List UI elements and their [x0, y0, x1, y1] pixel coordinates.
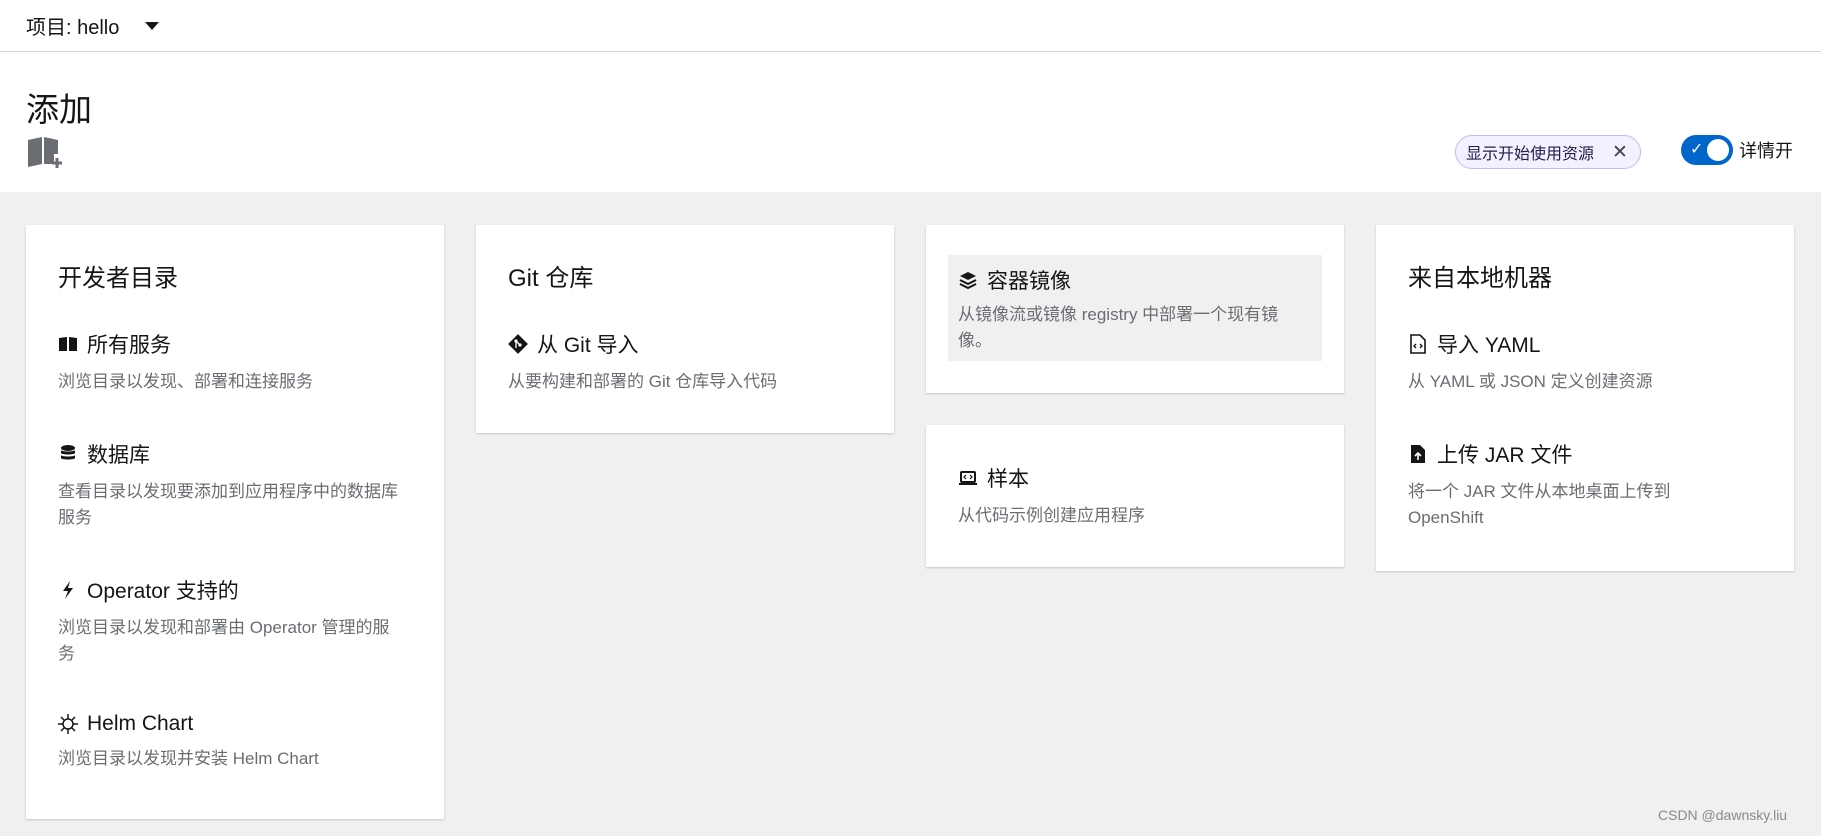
- item-title: Helm Chart: [87, 712, 194, 735]
- item-title: 样本: [987, 468, 1029, 491]
- container-image-item[interactable]: 容器镜像 从镜像流或镜像 registry 中部署一个现有镜像。: [948, 255, 1322, 361]
- toggle-knob: [1707, 139, 1729, 161]
- card-title: 来自本地机器: [1408, 265, 1552, 292]
- bolt-icon: [58, 580, 78, 600]
- samples-item[interactable]: 样本 从代码示例创建应用程序: [958, 463, 1318, 529]
- samples-card: 样本 从代码示例创建应用程序: [926, 425, 1344, 567]
- catalog-item-helm-chart[interactable]: Helm Chart 浏览目录以发现并安装 Helm Chart: [58, 712, 398, 772]
- item-description: 浏览目录以发现、部署和连接服务: [58, 372, 313, 391]
- details-toggle-label: 详情开: [1739, 141, 1793, 161]
- laptop-code-icon: [958, 468, 978, 488]
- import-yaml-item[interactable]: 导入 YAML 从 YAML 或 JSON 定义创建资源: [1408, 329, 1768, 395]
- item-description: 从 YAML 或 JSON 定义创建资源: [1408, 372, 1653, 391]
- file-upload-icon: [1408, 444, 1428, 464]
- card-title: Git 仓库: [508, 265, 594, 292]
- item-title: 数据库: [87, 444, 150, 467]
- item-description: 将一个 JAR 文件从本地桌面上传到 OpenShift: [1408, 482, 1671, 527]
- details-toggle-group: ✓ 详情开: [1681, 135, 1793, 165]
- item-title: 容器镜像: [987, 270, 1071, 293]
- item-title: Operator 支持的: [87, 580, 239, 603]
- catalog-item-operator-backed[interactable]: Operator 支持的 浏览目录以发现和部署由 Operator 管理的服务: [58, 575, 398, 667]
- item-description: 浏览目录以发现并安装 Helm Chart: [58, 749, 319, 768]
- file-code-icon: [1408, 334, 1428, 354]
- catalog-item-database[interactable]: 数据库 查看目录以发现要添加到应用程序中的数据库服务: [58, 439, 398, 531]
- card-title: 开发者目录: [58, 265, 178, 292]
- watermark: CSDN @dawnsky.liu: [1658, 807, 1788, 823]
- layers-icon: [958, 270, 978, 290]
- git-icon: [508, 334, 528, 354]
- project-selector[interactable]: 项目: hello: [26, 11, 160, 40]
- upload-jar-item[interactable]: 上传 JAR 文件 将一个 JAR 文件从本地桌面上传到 OpenShift: [1408, 439, 1748, 531]
- close-icon[interactable]: ✕: [1612, 141, 1628, 164]
- item-description: 从要构建和部署的 Git 仓库导入代码: [508, 372, 778, 391]
- add-catalog-book-icon: [28, 137, 62, 168]
- check-icon: ✓: [1690, 141, 1704, 158]
- item-title: 从 Git 导入: [537, 334, 639, 357]
- details-toggle[interactable]: ✓: [1681, 135, 1733, 165]
- page-title: 添加: [26, 91, 92, 128]
- item-title: 所有服务: [87, 334, 171, 357]
- from-local-machine-card: 来自本地机器 导入 YAML 从 YAML 或 JSON 定义创建资源 上传 J…: [1376, 225, 1794, 571]
- page-header: 添加 显示开始使用资源 ✕ ✓ 详情开: [0, 52, 1821, 192]
- catalog-book-icon: [58, 334, 78, 354]
- item-description: 查看目录以发现要添加到应用程序中的数据库服务: [58, 482, 398, 527]
- database-icon: [58, 444, 78, 464]
- item-description: 从镜像流或镜像 registry 中部署一个现有镜像。: [958, 305, 1279, 350]
- top-bar: 项目: hello: [0, 0, 1821, 52]
- item-description: 浏览目录以发现和部署由 Operator 管理的服务: [58, 618, 390, 663]
- item-title: 上传 JAR 文件: [1437, 444, 1573, 467]
- helm-icon: [58, 714, 78, 734]
- getting-started-chip: 显示开始使用资源 ✕: [1455, 135, 1641, 169]
- caret-down-icon: [145, 21, 160, 30]
- item-title: 导入 YAML: [1437, 334, 1541, 357]
- container-image-card: 容器镜像 从镜像流或镜像 registry 中部署一个现有镜像。: [926, 225, 1344, 393]
- developer-catalog-card: 开发者目录 所有服务 浏览目录以发现、部署和连接服务 数据库 查看目录以发现要添…: [26, 225, 444, 819]
- item-description: 从代码示例创建应用程序: [958, 506, 1145, 525]
- project-selector-label: 项目: hello: [26, 17, 120, 39]
- import-from-git-item[interactable]: 从 Git 导入 从要构建和部署的 Git 仓库导入代码: [508, 329, 868, 395]
- catalog-item-all-services[interactable]: 所有服务 浏览目录以发现、部署和连接服务: [58, 329, 418, 395]
- git-repository-card: Git 仓库 从 Git 导入 从要构建和部署的 Git 仓库导入代码: [476, 225, 894, 433]
- getting-started-chip-label: 显示开始使用资源: [1466, 146, 1595, 163]
